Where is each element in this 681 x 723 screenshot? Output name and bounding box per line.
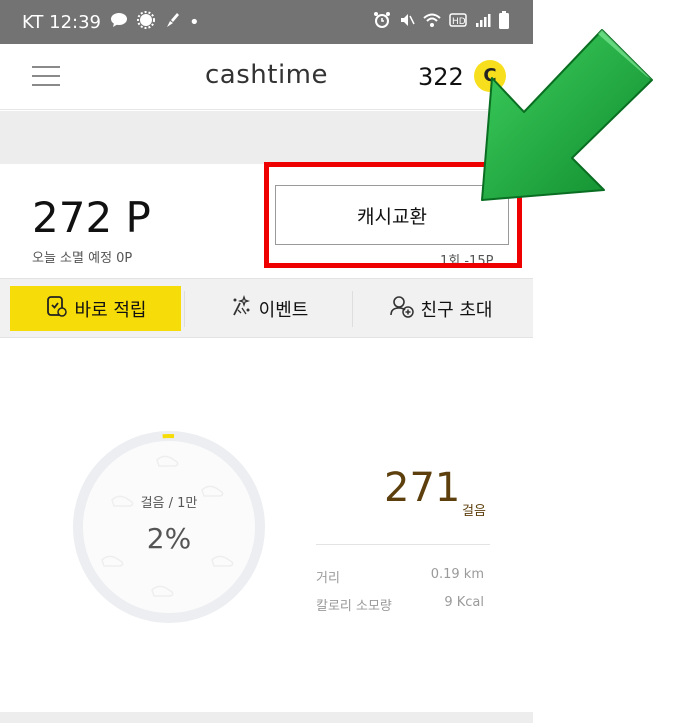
- sparkle-icon: [229, 294, 253, 323]
- add-friend-icon: [389, 294, 415, 323]
- step-goal-label: 걸음 / 1만: [140, 496, 198, 511]
- tab-label: 이벤트: [258, 299, 309, 321]
- svg-text:HD: HD: [452, 17, 466, 27]
- pointer-arrow-icon: [481, 29, 653, 201]
- tab-label: 바로 적립: [74, 299, 147, 321]
- stats-divider: [316, 544, 490, 545]
- chat-bubble-icon: [110, 12, 128, 33]
- tab-instant-earn[interactable]: 바로 적립: [10, 286, 181, 331]
- tab-invite-friend[interactable]: 친구 초대: [353, 286, 528, 331]
- banner-area: [0, 111, 533, 164]
- points-balance: 272 P: [32, 193, 151, 242]
- carrier-time: KT 12:39: [22, 11, 101, 33]
- alarm-icon: [373, 11, 391, 33]
- mute-icon: [399, 12, 415, 32]
- app-header: cashtime 322 C: [0, 44, 533, 110]
- step-goal-percent: 2%: [146, 522, 192, 555]
- bottom-band: [0, 712, 533, 723]
- gear-badge-icon: [137, 10, 155, 34]
- calorie-value: 9 Kcal: [444, 595, 484, 610]
- points-expire-note: 오늘 소멸 예정 0P: [32, 251, 133, 266]
- tab-event[interactable]: 이벤트: [185, 286, 352, 331]
- distance-value: 0.19 km: [430, 567, 484, 582]
- step-unit: 걸음: [462, 504, 486, 519]
- status-dot: •: [189, 11, 200, 33]
- status-left: KT 12:39 •: [22, 0, 200, 44]
- tab-label: 친구 초대: [420, 299, 493, 321]
- wallet-check-icon: [45, 294, 69, 323]
- tab-bar: 바로 적립 이벤트 친구 초대: [0, 278, 533, 338]
- app-screen: KT 12:39 • HD cashtime 322 C 272 P 오늘 소멸…: [0, 0, 533, 723]
- step-count: 271: [384, 465, 461, 511]
- wifi-icon: [423, 12, 441, 32]
- brush-icon: [164, 11, 180, 34]
- status-bar: KT 12:39 • HD: [0, 0, 533, 44]
- coin-count[interactable]: 322: [418, 63, 464, 91]
- hd-icon: HD: [449, 13, 467, 31]
